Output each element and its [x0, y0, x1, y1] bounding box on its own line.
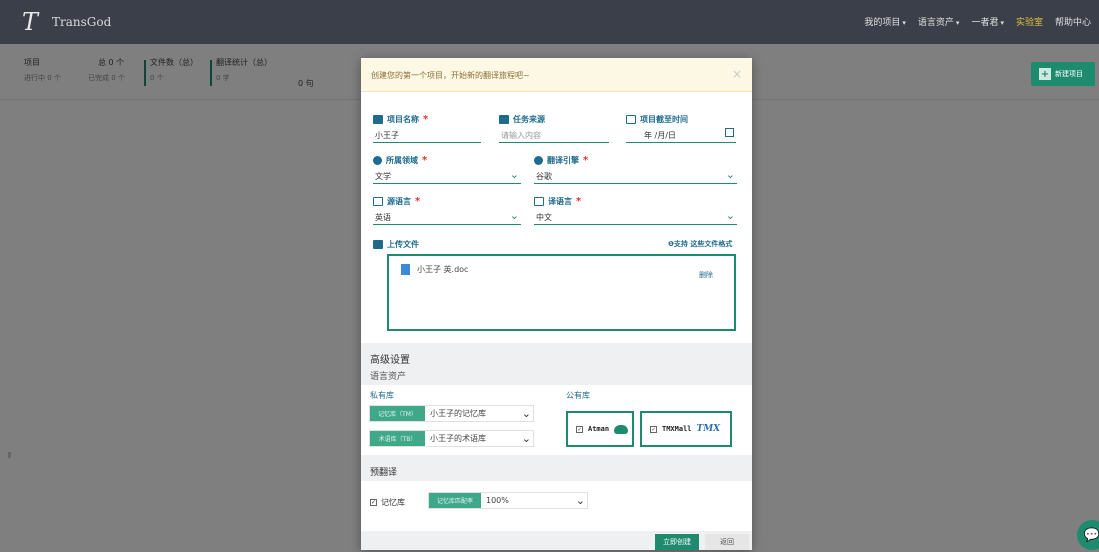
close-icon[interactable]: ×	[732, 67, 742, 81]
file-icon	[401, 264, 410, 275]
chevron-down-icon: ⌄	[575, 494, 585, 507]
tm-select[interactable]: 记忆库（TM） 小王子的记忆库 ⌄	[369, 405, 534, 422]
engine-field: 翻译引擎 * 谷歌 ⌄	[534, 155, 737, 184]
cloud-icon	[614, 424, 629, 434]
project-name-input[interactable]: 小王子	[373, 130, 481, 143]
create-project-modal: 创建您的第一个项目，开始新的翻译旅程吧~ × 项目名称 * 小王子 任务来源 请输…	[361, 58, 752, 550]
back-button[interactable]: 返回	[705, 534, 749, 550]
nav-help[interactable]: 帮助中心	[1055, 15, 1091, 28]
project-name-field: 项目名称 * 小王子	[373, 114, 481, 143]
delete-file-button[interactable]: 删除	[699, 270, 713, 280]
deadline-field: 项目截至时间 年 /月/日	[626, 114, 736, 143]
chevron-down-icon: ▾	[902, 19, 906, 27]
chevron-down-icon: ▾	[955, 19, 960, 27]
atman-library-card[interactable]: ✓ Atman	[566, 411, 634, 447]
public-library-label: 公有库	[566, 391, 590, 400]
chevron-down-icon: ⌄	[509, 168, 519, 181]
logo-icon[interactable]: T	[22, 9, 44, 35]
upload-icon	[373, 240, 383, 249]
modal-header: 创建您的第一个项目，开始新的翻译旅程吧~ ×	[361, 58, 752, 92]
upload-label: 上传文件	[373, 239, 419, 250]
language-assets-label: 语言资产	[370, 372, 407, 382]
chevron-down-icon: ⌄	[509, 209, 519, 222]
tb-select[interactable]: 术语库（TB） 小王子的术语库 ⌄	[369, 430, 534, 447]
nav-language-assets[interactable]: 语言资产 ▾	[918, 15, 960, 28]
brand-name[interactable]: TransGod	[52, 15, 111, 29]
engine-select[interactable]: 谷歌 ⌄	[534, 168, 737, 184]
lightbulb-icon	[534, 156, 543, 165]
deadline-input[interactable]: 年 /月/日	[626, 128, 736, 143]
calendar-picker-icon[interactable]	[725, 128, 734, 137]
tmxmall-checkbox[interactable]: ✓	[650, 425, 657, 433]
chat-icon[interactable]: 💬	[1077, 520, 1099, 550]
target-language-field: 译语言 * 中文 ⌄	[534, 196, 737, 225]
chevron-down-icon: ▾	[1000, 19, 1004, 27]
source-language-select[interactable]: 英语 ⌄	[373, 209, 521, 225]
music-note-icon	[373, 156, 382, 165]
nav-lab[interactable]: 实验室	[1016, 15, 1043, 28]
pretranslation-tm-checkbox[interactable]: ✓ 记忆库	[370, 497, 405, 508]
supported-formats-link[interactable]: ❶支持 这些文件格式	[668, 239, 732, 249]
task-source-field: 任务来源 请输入内容	[499, 114, 609, 143]
domain-select[interactable]: 文学 ⌄	[373, 168, 521, 184]
pretranslation-label: 预翻译	[370, 468, 398, 478]
uploaded-file-name: 小王子 英.doc	[417, 265, 469, 274]
upload-dropzone[interactable]: 小王子 英.doc 删除	[387, 254, 736, 331]
tmxmall-library-card[interactable]: ✓ TMXMall TMX	[640, 411, 732, 447]
checkbox[interactable]: ✓	[370, 499, 377, 506]
new-project-button[interactable]: + 新建项目	[1031, 62, 1095, 86]
target-language-select[interactable]: 中文 ⌄	[534, 209, 737, 225]
tmx-logo-icon: TMX	[696, 424, 721, 434]
chevron-down-icon: ⌄	[725, 168, 735, 181]
match-rate-select[interactable]: 记忆库匹配率 100% ⌄	[428, 492, 588, 509]
calendar-icon	[626, 115, 636, 124]
advanced-title: 高级设置	[370, 355, 410, 366]
nav-user[interactable]: 一者君 ▾	[971, 15, 1004, 28]
task-source-input[interactable]: 请输入内容	[499, 130, 609, 143]
language-icon	[373, 197, 383, 206]
folder-icon	[373, 115, 383, 124]
chevron-down-icon: ⌄	[521, 432, 531, 445]
plus-icon: +	[1039, 68, 1051, 80]
language-icon	[534, 197, 544, 206]
modal-title: 创建您的第一个项目，开始新的翻译旅程吧~	[371, 71, 530, 80]
nav-my-projects[interactable]: 我的项目 ▾	[864, 15, 906, 28]
create-now-button[interactable]: 立即创建	[655, 534, 699, 550]
source-language-field: 源语言 * 英语 ⌄	[373, 196, 521, 225]
domain-field: 所属领域 * 文学 ⌄	[373, 155, 521, 184]
atman-checkbox[interactable]: ✓	[576, 425, 583, 433]
briefcase-icon	[499, 115, 509, 124]
advanced-settings: 高级设置 语言资产 私有库 公有库 记忆库（TM） 小王子的记忆库 ⌄ 术语库（T…	[361, 343, 752, 550]
chevron-down-icon: ⌄	[725, 209, 735, 222]
scroll-marker	[8, 452, 11, 458]
top-navbar: T TransGod 我的项目 ▾ 语言资产 ▾ 一者君 ▾ 实验室 帮助中心	[0, 0, 1099, 44]
private-library-label: 私有库	[370, 391, 394, 400]
nav-menu: 我的项目 ▾ 语言资产 ▾ 一者君 ▾ 实验室 帮助中心	[864, 15, 1091, 28]
modal-footer: 立即创建 返回	[361, 534, 752, 550]
chevron-down-icon: ⌄	[521, 407, 531, 420]
